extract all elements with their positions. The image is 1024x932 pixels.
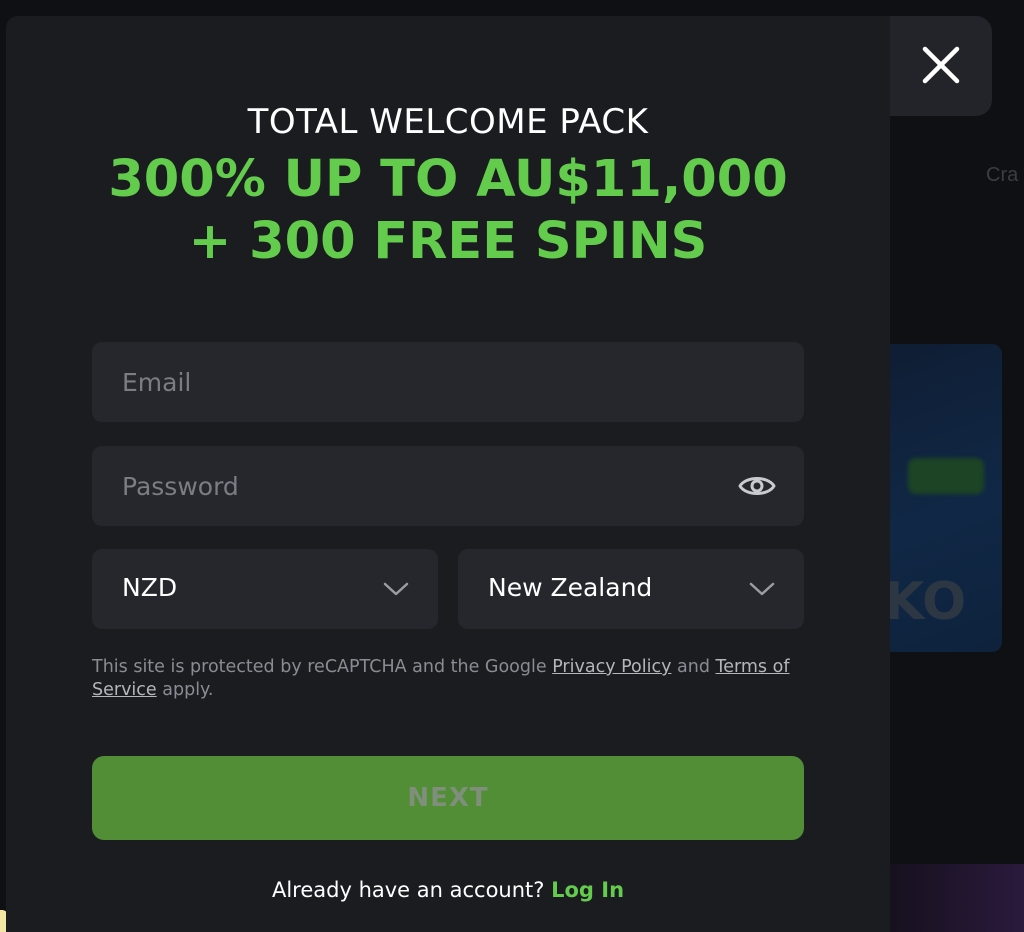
background-card-badge (908, 458, 984, 494)
login-prompt: Already have an account? Log In (6, 878, 890, 902)
email-field (92, 342, 804, 422)
background-banner (880, 864, 1024, 932)
signup-modal: TOTAL WELCOME PACK 300% UP TO AU$11,000 … (6, 16, 890, 932)
password-input[interactable] (92, 446, 804, 526)
log-in-link[interactable]: Log In (551, 878, 624, 902)
currency-value: NZD (122, 573, 178, 602)
background-card-title: KO (884, 572, 967, 632)
background-nav-item: Cra (986, 164, 1019, 186)
currency-select[interactable]: NZD (92, 549, 438, 629)
login-prompt-text: Already have an account? (271, 878, 552, 902)
chevron-down-icon (749, 582, 775, 596)
close-button[interactable] (906, 30, 976, 100)
promo-headline-spins: + 300 FREE SPINS (188, 212, 708, 271)
recaptcha-text-prefix: This site is protected by reCAPTCHA and … (92, 657, 553, 677)
next-button[interactable]: NEXT (92, 756, 804, 840)
country-select[interactable]: New Zealand (458, 549, 804, 629)
promo-headline-bonus: 300% UP TO AU$11,000 (108, 150, 788, 209)
recaptcha-text-suffix: apply. (156, 680, 214, 700)
promo-subtitle: TOTAL WELCOME PACK (247, 102, 649, 142)
recaptcha-notice: This site is protected by reCAPTCHA and … (92, 656, 804, 702)
background-game-card: KO (880, 344, 1002, 652)
close-icon (922, 46, 960, 84)
privacy-policy-link[interactable]: Privacy Policy (552, 657, 671, 677)
recaptcha-text-middle: and (671, 657, 716, 677)
email-input[interactable] (92, 342, 804, 422)
password-field (92, 446, 804, 526)
country-value: New Zealand (488, 573, 653, 602)
chevron-down-icon (383, 582, 409, 596)
eye-icon[interactable] (738, 470, 776, 502)
